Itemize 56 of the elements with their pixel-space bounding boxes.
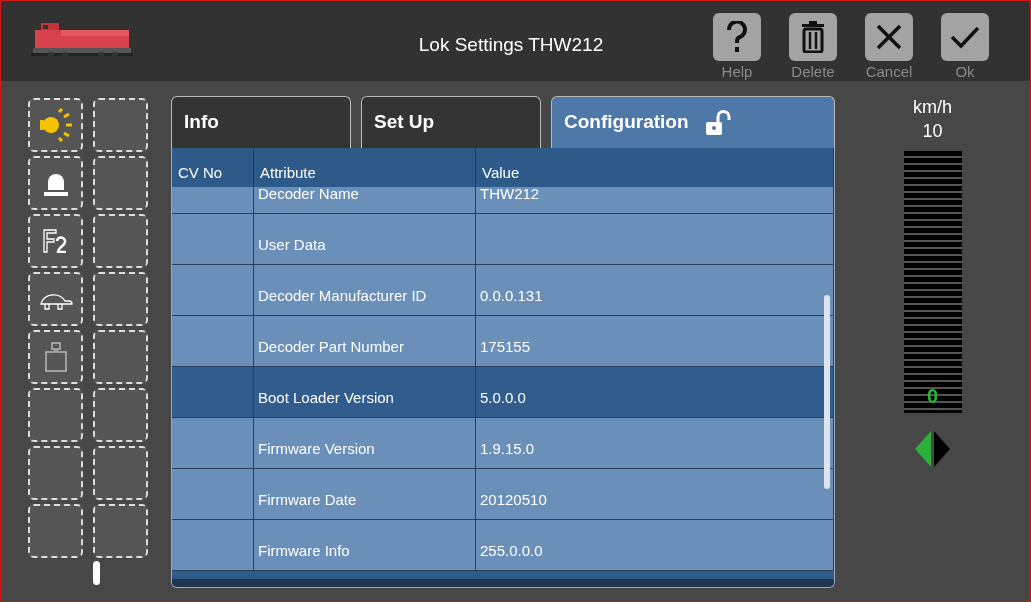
window-title: Lok Settings THW212	[417, 33, 605, 57]
table-cell-text: Firmware Info	[258, 540, 350, 561]
checkmark-icon	[950, 25, 980, 49]
table-cell-text: 5.0.0.0	[480, 387, 526, 408]
function-key[interactable]	[28, 446, 83, 500]
trash-icon	[801, 21, 825, 53]
table-row[interactable]: Firmware Version 1.9.15.0	[172, 418, 834, 469]
function-key[interactable]	[28, 504, 83, 558]
help-icon	[726, 21, 748, 53]
tab[interactable]: Set Up	[361, 96, 541, 148]
function-key[interactable]	[93, 504, 148, 558]
reverse-direction-button[interactable]	[915, 431, 931, 467]
weight-icon	[44, 342, 67, 372]
function-key[interactable]	[93, 272, 148, 326]
function-key[interactable]	[28, 330, 83, 384]
table-row[interactable]: User Data	[172, 214, 834, 265]
table-cell-text: Decoder Manufacturer ID	[258, 285, 427, 306]
function-key[interactable]	[28, 388, 83, 442]
speed-max: 10	[922, 120, 943, 143]
function-key[interactable]	[93, 330, 148, 384]
function-key[interactable]	[28, 272, 83, 326]
table-row[interactable]: Decoder Name THW212	[172, 187, 834, 214]
table-row[interactable]: Decoder Manufacturer ID 0.0.0.131	[172, 265, 834, 316]
function-key[interactable]	[28, 98, 83, 152]
tab[interactable]: Configuration	[551, 96, 835, 148]
table-cell-text: 175155	[480, 336, 531, 357]
table-cell-text: THW212	[480, 187, 540, 204]
speed-unit: km/h	[913, 96, 952, 119]
table-cell-text: Decoder Part Number	[258, 336, 404, 357]
table-row[interactable]: Firmware Date 20120510	[172, 469, 834, 520]
table-row[interactable]: Firmware Info 255.0.0.0	[172, 520, 834, 571]
table-cell-text: 0.0.0.131	[480, 285, 543, 306]
table-cell-text: Decoder Name	[258, 187, 359, 204]
function-key[interactable]	[28, 214, 83, 268]
tab[interactable]: Info	[171, 96, 351, 148]
table-cell-text: Boot Loader Version	[258, 387, 394, 408]
f2-key-icon	[42, 229, 69, 253]
function-key[interactable]	[28, 156, 83, 210]
table-cell-text: 20120510	[480, 489, 547, 510]
function-key[interactable]	[93, 156, 148, 210]
function-key[interactable]	[93, 446, 148, 500]
function-key[interactable]	[93, 388, 148, 442]
table-cell-text: Firmware Date	[258, 489, 357, 510]
table-row[interactable]: Decoder Part Number 175155	[172, 316, 834, 367]
table-row[interactable]: Boot Loader Version 5.0.0.0	[172, 367, 834, 418]
table-cell-text: User Data	[258, 234, 326, 255]
scrollbar-thumb[interactable]	[824, 295, 830, 489]
speed-reading: 0	[925, 384, 940, 409]
headlight-icon	[38, 108, 73, 142]
function-key[interactable]	[93, 98, 148, 152]
scroll-indicator	[93, 561, 100, 585]
table-cell-text: 255.0.0.0	[480, 540, 543, 561]
close-icon	[876, 24, 902, 50]
function-key[interactable]	[93, 214, 148, 268]
table-cell-text: 1.9.15.0	[480, 438, 535, 459]
table-cell-text: Firmware Version	[258, 438, 375, 459]
